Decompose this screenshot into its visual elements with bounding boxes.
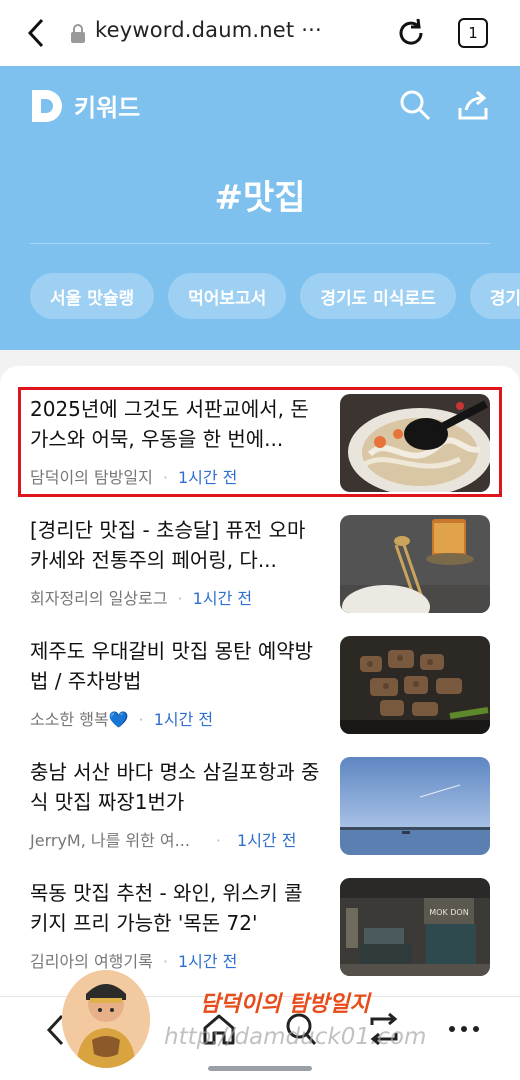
chip-keyword[interactable]: 경기도 미식로드 bbox=[300, 273, 456, 319]
article-time: 1시간 전 bbox=[177, 952, 238, 971]
watermark-name: 담덕이의 탐방일지 bbox=[200, 991, 370, 1017]
keyword-title: #맛집 bbox=[214, 178, 306, 218]
article-source[interactable]: 소소한 행복💙 bbox=[30, 710, 129, 729]
article-time: 1시간 전 bbox=[153, 710, 214, 729]
article-item[interactable]: 충남 서산 바다 명소 삼길포항과 중식 맛집 짜장1번가 JerryM, 나를… bbox=[0, 757, 520, 867]
article-thumbnail[interactable] bbox=[340, 636, 490, 734]
chip-keyword[interactable]: 경기 bbox=[469, 273, 520, 319]
brand-title[interactable]: 키워드 bbox=[74, 88, 140, 123]
tab-count-button[interactable]: 1 bbox=[458, 18, 488, 48]
article-meta: 회자정리의 일상로그 · 1시간 전 bbox=[30, 589, 253, 608]
lock-icon bbox=[71, 24, 85, 43]
watermark-url: http://damduck01.com bbox=[164, 1024, 427, 1050]
back-arrow-icon[interactable] bbox=[22, 16, 52, 50]
article-source[interactable]: 김리아의 여행기록 bbox=[30, 952, 153, 971]
reload-icon[interactable] bbox=[394, 16, 428, 50]
url-text[interactable]: keyword.daum.net ··· bbox=[95, 18, 322, 42]
article-thumbnail[interactable]: MOK DON bbox=[340, 878, 490, 976]
article-source[interactable]: 회자정리의 일상로그 bbox=[30, 589, 168, 608]
share-icon[interactable] bbox=[456, 88, 490, 122]
daum-logo-icon[interactable] bbox=[30, 88, 64, 124]
header-divider bbox=[30, 243, 490, 244]
article-thumbnail[interactable] bbox=[340, 515, 490, 613]
article-meta: 김리아의 여행기록 · 1시간 전 bbox=[30, 952, 238, 971]
gesture-home-bar bbox=[208, 1066, 312, 1071]
article-source[interactable]: JerryM, 나를 위한 여... bbox=[30, 831, 190, 850]
watermark-avatar bbox=[62, 970, 150, 1068]
keyword-header: 키워드 #맛집 서울 맛슐랭 먹어보고서 경기도 미식로드 경기 bbox=[0, 66, 520, 350]
article-title[interactable]: 충남 서산 바다 명소 삼길포항과 중식 맛집 짜장1번가 bbox=[30, 757, 320, 817]
article-item[interactable]: 제주도 우대갈비 맛집 몽탄 예약방법 / 주차방법 소소한 행복💙 · 1시간 전 bbox=[0, 636, 520, 746]
more-options-icon[interactable] bbox=[446, 1011, 482, 1047]
chip-keyword[interactable]: 먹어보고서 bbox=[168, 273, 287, 319]
article-item[interactable]: [경리단 맛집 - 초승달] 퓨전 오마카세와 전통주의 페어링, 다... 회… bbox=[0, 515, 520, 625]
article-time: 1시간 전 bbox=[237, 831, 297, 850]
selected-article-highlight bbox=[18, 387, 502, 497]
article-title[interactable]: 목동 맛집 추천 - 와인, 위스키 콜키지 프리 가능한 '목돈 72' bbox=[30, 878, 320, 938]
article-title[interactable]: [경리단 맛집 - 초승달] 퓨전 오마카세와 전통주의 페어링, 다... bbox=[30, 515, 320, 575]
article-title[interactable]: 제주도 우대갈비 맛집 몽탄 예약방법 / 주차방법 bbox=[30, 636, 320, 696]
search-icon[interactable] bbox=[398, 88, 432, 122]
related-keyword-chips: 서울 맛슐랭 먹어보고서 경기도 미식로드 경기 bbox=[30, 273, 520, 319]
chip-keyword[interactable]: 서울 맛슐랭 bbox=[30, 273, 155, 319]
browser-address-bar: keyword.daum.net ··· 1 bbox=[0, 0, 520, 66]
article-thumbnail[interactable] bbox=[340, 757, 490, 855]
svg-text:MOK DON: MOK DON bbox=[429, 908, 468, 917]
article-item[interactable]: 목동 맛집 추천 - 와인, 위스키 콜키지 프리 가능한 '목돈 72' 김리… bbox=[0, 878, 520, 988]
article-meta: JerryM, 나를 위한 여... · 1시간 전 bbox=[30, 831, 297, 850]
article-meta: 소소한 행복💙 · 1시간 전 bbox=[30, 710, 214, 729]
article-time: 1시간 전 bbox=[192, 589, 253, 608]
